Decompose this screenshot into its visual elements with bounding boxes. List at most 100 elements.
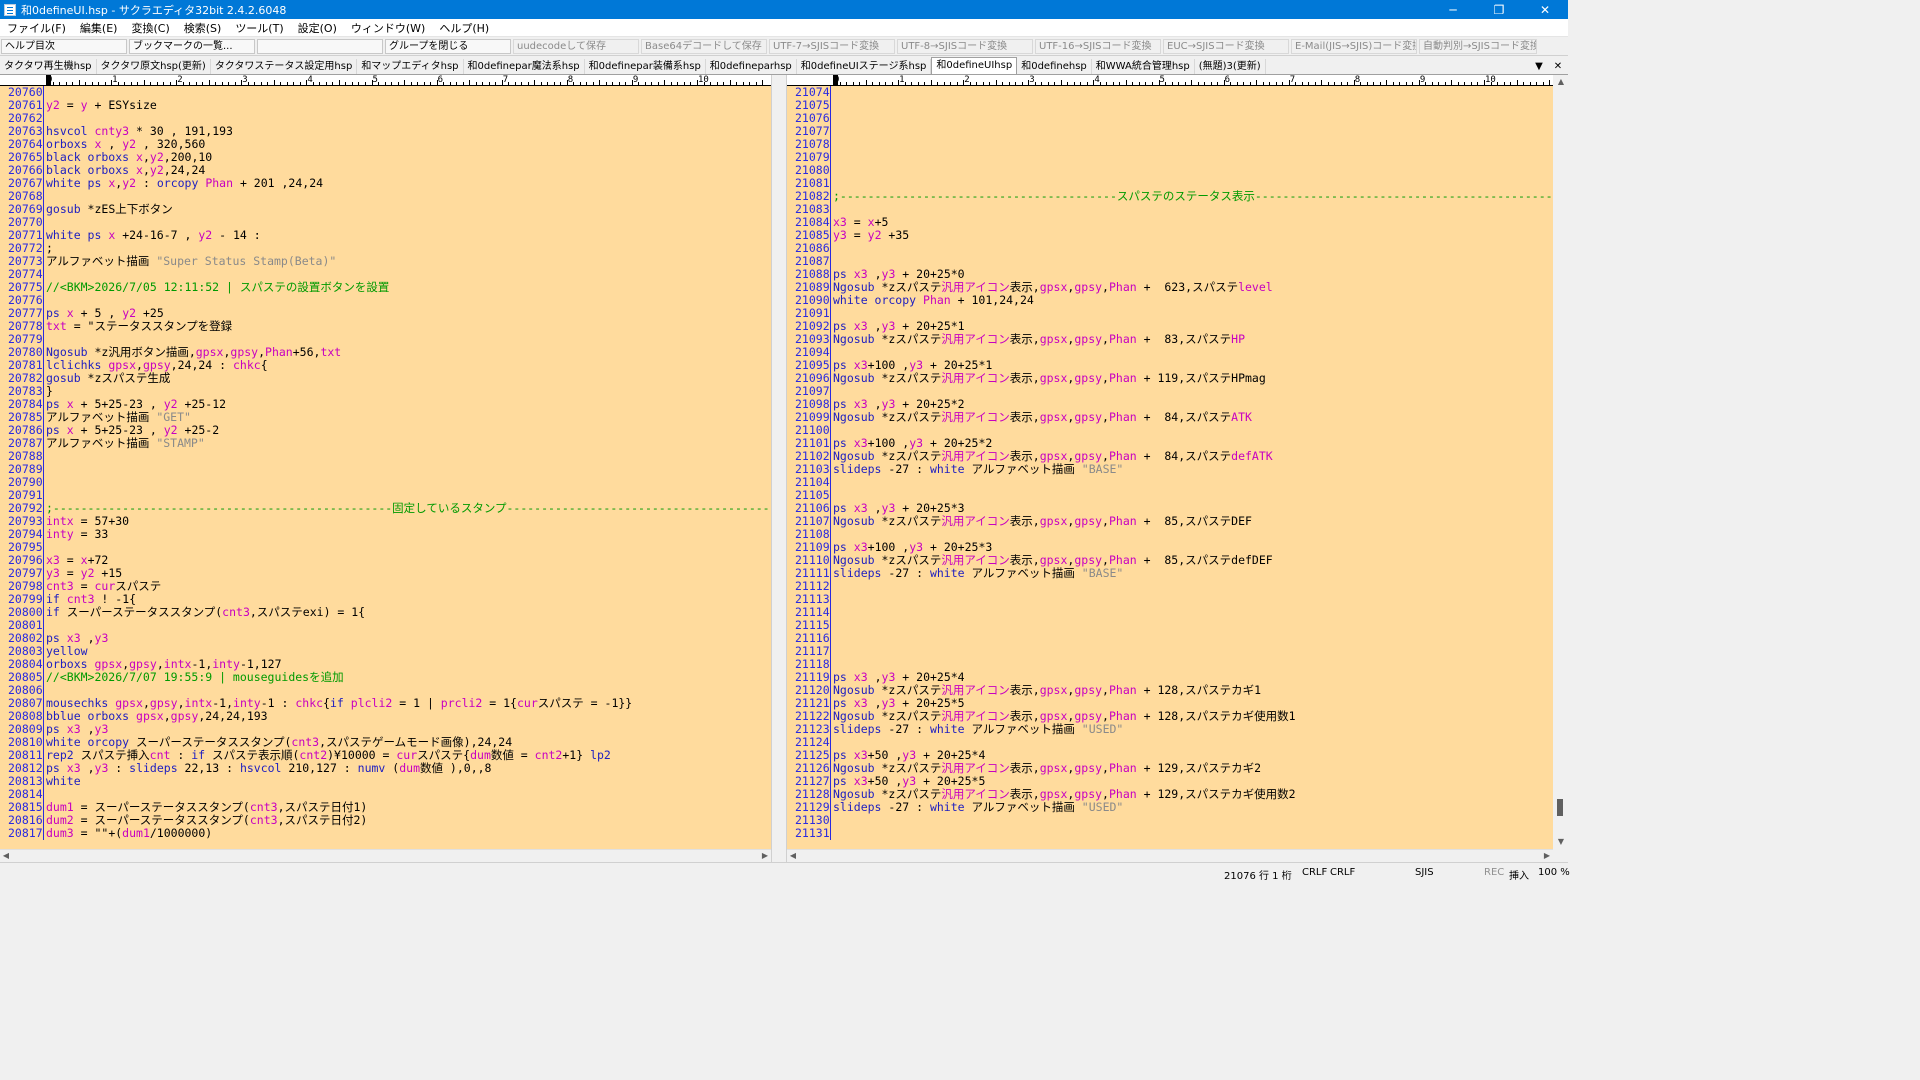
code-line[interactable]: 21104 (787, 476, 1553, 489)
code-line[interactable]: 21086 (787, 242, 1553, 255)
line-text[interactable]: inty = 33 (44, 527, 108, 541)
line-text[interactable]: ;---------------------------------------… (44, 501, 771, 515)
line-text[interactable]: Ngosub *zスパステ汎用アイコン表示,gpsx,gpsy,Phan + 1… (831, 709, 1296, 723)
line-text[interactable]: Ngosub *z汎用ボタン描画,gpsx,gpsy,Phan+56,txt (44, 345, 341, 359)
code-line[interactable]: 21115 (787, 619, 1553, 632)
document-tab[interactable]: 和0definehsp (1017, 59, 1092, 74)
line-text[interactable]: ps x3 ,y3 + 20+25*0 (831, 267, 965, 281)
line-text[interactable]: //<BKM>2026/7/05 12:11:52 | スパステの設置ボタンを設… (44, 280, 389, 294)
code-line[interactable]: 21114 (787, 606, 1553, 619)
code-line[interactable]: 21085 y3 = y2 +35 (787, 229, 1553, 242)
line-text[interactable] (831, 85, 833, 99)
line-text[interactable]: ps x3 ,y3 + 20+25*1 (831, 319, 965, 333)
code-line[interactable]: 21111 slideps -27 : white アルファベット描画 "BASE… (787, 567, 1553, 580)
scroll-right-icon[interactable]: ▶ (759, 850, 771, 862)
line-text[interactable] (831, 163, 833, 177)
line-text[interactable] (44, 267, 46, 281)
line-text[interactable] (44, 215, 46, 229)
line-text[interactable] (831, 384, 833, 398)
pane-splitter[interactable] (771, 75, 787, 862)
line-text[interactable] (44, 683, 46, 697)
line-text[interactable]: ps x3 ,y3 + 20+25*2 (831, 397, 965, 411)
line-text[interactable] (831, 254, 833, 268)
line-text[interactable]: アルファベット描画 "Super Status Stamp(Beta)" (44, 254, 336, 268)
toolbar-button[interactable] (257, 38, 383, 54)
line-text[interactable]: } (44, 384, 53, 398)
code-line[interactable]: 21075 (787, 99, 1553, 112)
line-text[interactable]: ps x3+100 ,y3 + 20+25*1 (831, 358, 992, 372)
menu-item[interactable]: ウィンドウ(W) (344, 20, 432, 36)
menu-item[interactable]: 変換(C) (124, 20, 176, 36)
line-text[interactable]: if スーパーステータススタンプ(cnt3,スパステexi) = 1{ (44, 605, 365, 619)
scroll-thumb[interactable] (1557, 799, 1563, 816)
line-text[interactable]: Ngosub *zスパステ汎用アイコン表示,gpsx,gpsy,Phan + 6… (831, 280, 1273, 294)
line-text[interactable]: rep2 スパステ挿入cnt : if スパステ表示順(cnt2)¥10000 … (44, 748, 611, 762)
line-text[interactable] (831, 605, 833, 619)
line-text[interactable] (831, 98, 833, 112)
line-text[interactable] (831, 618, 833, 632)
line-text[interactable]: //<BKM>2026/7/07 19:55:9 | mouseguidesを追… (44, 670, 344, 684)
line-text[interactable] (44, 787, 46, 801)
line-text[interactable] (44, 618, 46, 632)
line-text[interactable] (831, 735, 833, 749)
code-lines[interactable]: 21074 21075 21076 21077 21078 21079 21080 21081… (787, 86, 1553, 849)
line-text[interactable]: black orboxs x,y2,24,24 (44, 163, 205, 177)
document-tab[interactable]: 和WWA統合管理hsp (1092, 59, 1195, 74)
code-line[interactable]: 21090 white orcopy Phan + 101,24,24 (787, 294, 1553, 307)
code-line[interactable]: 21079 (787, 151, 1553, 164)
code-line[interactable]: 21113 (787, 593, 1553, 606)
line-text[interactable]: slideps -27 : white アルファベット描画 "USED" (831, 800, 1123, 814)
line-text[interactable]: orboxs gpsx,gpsy,intx-1,inty-1,127 (44, 657, 282, 671)
menu-item[interactable]: ツール(T) (228, 20, 290, 36)
code-line[interactable]: 20812 ps x3 ,y3 : slideps 22,13 : hsvcol … (0, 762, 771, 775)
code-line[interactable]: 20775//<BKM>2026/7/05 12:11:52 | スパステの設置… (0, 281, 771, 294)
menu-item[interactable]: 設定(O) (291, 20, 344, 36)
line-text[interactable]: dum1 = スーパーステータススタンプ(cnt3,スパステ日付1) (44, 800, 367, 814)
document-tab[interactable]: 和マップエディタhsp (357, 59, 464, 74)
line-text[interactable]: white (44, 774, 81, 788)
line-text[interactable]: y2 = y + ESYsize (44, 98, 157, 112)
line-text[interactable]: ;---------------------------------------… (831, 189, 1553, 203)
line-text[interactable]: ps x3 ,y3 : slideps 22,13 : hsvcol 210,1… (44, 761, 491, 775)
line-text[interactable] (831, 644, 833, 658)
code-line[interactable]: 20771 white ps x +24-16-7 , y2 - 14 : (0, 229, 771, 242)
line-text[interactable] (831, 137, 833, 151)
document-tab[interactable]: 和0defineUIhsp (931, 57, 1018, 74)
line-text[interactable]: Ngosub *zスパステ汎用アイコン表示,gpsx,gpsy,Phan + 8… (831, 514, 1252, 528)
line-text[interactable] (831, 657, 833, 671)
line-text[interactable]: Ngosub *zスパステ汎用アイコン表示,gpsx,gpsy,Phan + 1… (831, 371, 1266, 385)
line-text[interactable] (831, 345, 833, 359)
line-text[interactable]: lclichks gpsx,gpsy,24,24 : chkc{ (44, 358, 268, 372)
eol-type[interactable]: CRLF (1302, 867, 1327, 878)
toolbar-button[interactable]: UTF-8→SJISコード変換 (897, 38, 1033, 54)
menu-item[interactable]: 編集(E) (73, 20, 125, 36)
line-text[interactable] (44, 462, 46, 476)
toolbar-button[interactable]: Base64デコードして保存 (641, 38, 767, 54)
code-line[interactable]: 20782 gosub *zスパステ生成 (0, 372, 771, 385)
document-tab[interactable]: 和0defineUIステージ系hsp (797, 59, 932, 74)
line-text[interactable]: Ngosub *zスパステ汎用アイコン表示,gpsx,gpsy,Phan + 8… (831, 332, 1245, 346)
line-text[interactable] (831, 176, 833, 190)
line-text[interactable] (831, 579, 833, 593)
line-text[interactable] (44, 449, 46, 463)
editor-pane-right[interactable]: 012345678910 210742107521076210772107821… (787, 75, 1553, 849)
toolbar-button[interactable]: UTF-7→SJISコード変換 (769, 38, 895, 54)
line-text[interactable]: アルファベット描画 "GET" (44, 410, 191, 424)
line-text[interactable]: x3 = x+72 (44, 553, 108, 567)
code-line[interactable]: 20808 bblue orboxs gpsx,gpsy,24,24,193 (0, 710, 771, 723)
line-text[interactable]: Ngosub *zスパステ汎用アイコン表示,gpsx,gpsy,Phan + 8… (831, 553, 1273, 567)
code-line[interactable]: 20794 inty = 33 (0, 528, 771, 541)
code-line[interactable]: 20801 (0, 619, 771, 632)
line-text[interactable] (831, 111, 833, 125)
code-line[interactable]: 20793 intx = 57+30 (0, 515, 771, 528)
line-text[interactable] (44, 85, 46, 99)
line-text[interactable] (831, 150, 833, 164)
line-text[interactable]: gosub *zスパステ生成 (44, 371, 170, 385)
line-text[interactable]: white orcopy Phan + 101,24,24 (831, 293, 1034, 307)
code-line[interactable]: 20789 (0, 463, 771, 476)
line-text[interactable]: dum3 = ""+(dum1/1000000) (44, 826, 212, 840)
code-line[interactable]: 21077 (787, 125, 1553, 138)
code-line[interactable]: 21083 (787, 203, 1553, 216)
code-line[interactable]: 21080 (787, 164, 1553, 177)
code-line[interactable]: 20767 white ps x,y2 : orcopy Phan + 201 ,… (0, 177, 771, 190)
